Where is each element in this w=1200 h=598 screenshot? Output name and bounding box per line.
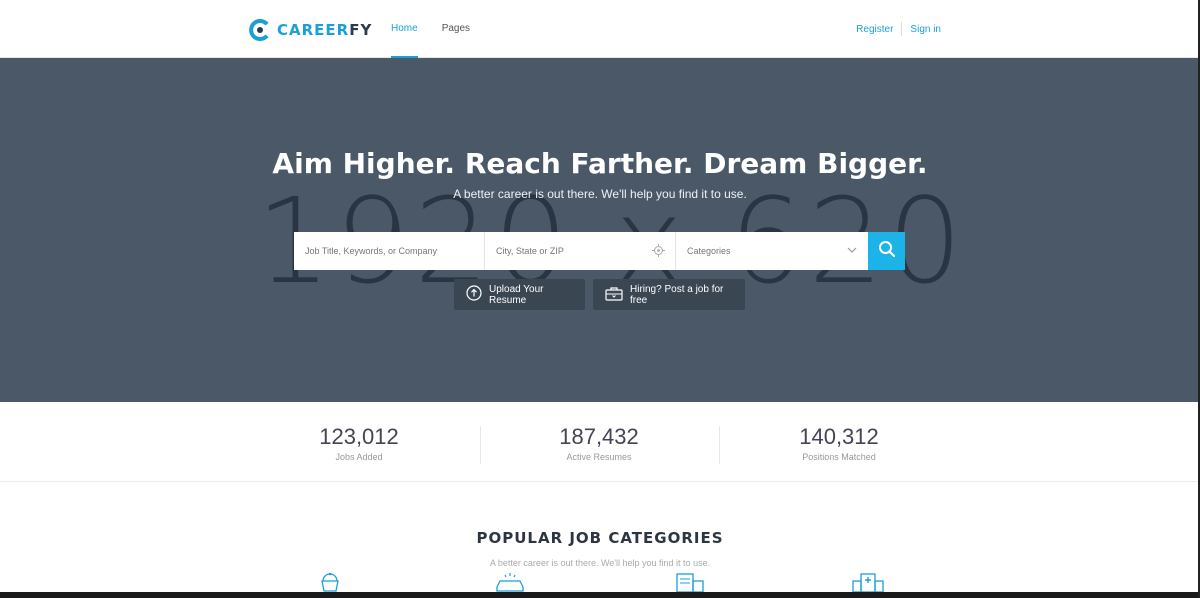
stat-jobs-added: 123,012 Jobs Added bbox=[259, 424, 459, 462]
site-header: CAREERFY Home Pages Register Sign in bbox=[0, 0, 1200, 58]
upload-resume-label: Upload Your Resume bbox=[489, 283, 544, 306]
nav-home[interactable]: Home bbox=[391, 0, 418, 58]
category-value: Categories bbox=[687, 246, 731, 256]
categories-title: POPULAR JOB CATEGORIES bbox=[476, 529, 724, 547]
hero-subtitle: A better career is out there. We'll help… bbox=[453, 187, 747, 201]
search-icon bbox=[878, 240, 896, 263]
upload-resume-button[interactable]: Upload Your Resume bbox=[454, 279, 585, 310]
location-input[interactable]: City, State or ZIP bbox=[485, 232, 676, 270]
brand-name: CAREERFY bbox=[277, 21, 373, 39]
briefcase-icon bbox=[605, 286, 630, 304]
nav-pages[interactable]: Pages bbox=[442, 0, 470, 58]
stat-label: Positions Matched bbox=[802, 452, 876, 462]
stats-bar: 123,012 Jobs Added 187,432 Active Resume… bbox=[0, 402, 1200, 482]
stat-value: 140,312 bbox=[799, 424, 879, 449]
stat-label: Active Resumes bbox=[566, 452, 632, 462]
main-nav: Home Pages bbox=[391, 0, 494, 58]
post-job-label: Hiring? Post a job for free bbox=[630, 283, 724, 306]
keyword-input[interactable]: Job Title, Keywords, or Company bbox=[294, 232, 485, 270]
stat-label: Jobs Added bbox=[335, 452, 383, 462]
logo-c-icon bbox=[249, 19, 271, 41]
locate-icon[interactable] bbox=[652, 244, 665, 259]
categories-subtitle: A better career is out there. We'll help… bbox=[489, 558, 711, 568]
stat-active-resumes: 187,432 Active Resumes bbox=[499, 424, 699, 462]
stat-value: 187,432 bbox=[559, 424, 639, 449]
register-link[interactable]: Register bbox=[856, 24, 893, 35]
divider bbox=[901, 22, 903, 36]
hero-banner: 1920 x 620 Aim Higher. Reach Farther. Dr… bbox=[0, 58, 1200, 402]
chevron-down-icon bbox=[846, 244, 858, 258]
auth-links: Register Sign in bbox=[856, 0, 941, 58]
window-bottom-edge bbox=[0, 592, 1200, 598]
upload-icon bbox=[466, 285, 489, 304]
stat-positions-matched: 140,312 Positions Matched bbox=[739, 424, 939, 462]
divider bbox=[480, 426, 481, 464]
location-placeholder: City, State or ZIP bbox=[496, 246, 564, 256]
category-select[interactable]: Categories bbox=[676, 232, 868, 270]
search-button[interactable] bbox=[868, 232, 905, 270]
divider bbox=[719, 426, 720, 464]
job-search-form: Job Title, Keywords, or Company City, St… bbox=[294, 232, 905, 270]
post-job-button[interactable]: Hiring? Post a job for free bbox=[593, 279, 745, 310]
keyword-placeholder: Job Title, Keywords, or Company bbox=[305, 246, 438, 256]
brand-logo[interactable]: CAREERFY bbox=[249, 19, 372, 41]
stat-value: 123,012 bbox=[319, 424, 399, 449]
signin-link[interactable]: Sign in bbox=[910, 24, 941, 35]
hero-title: Aim Higher. Reach Farther. Dream Bigger. bbox=[272, 147, 928, 180]
